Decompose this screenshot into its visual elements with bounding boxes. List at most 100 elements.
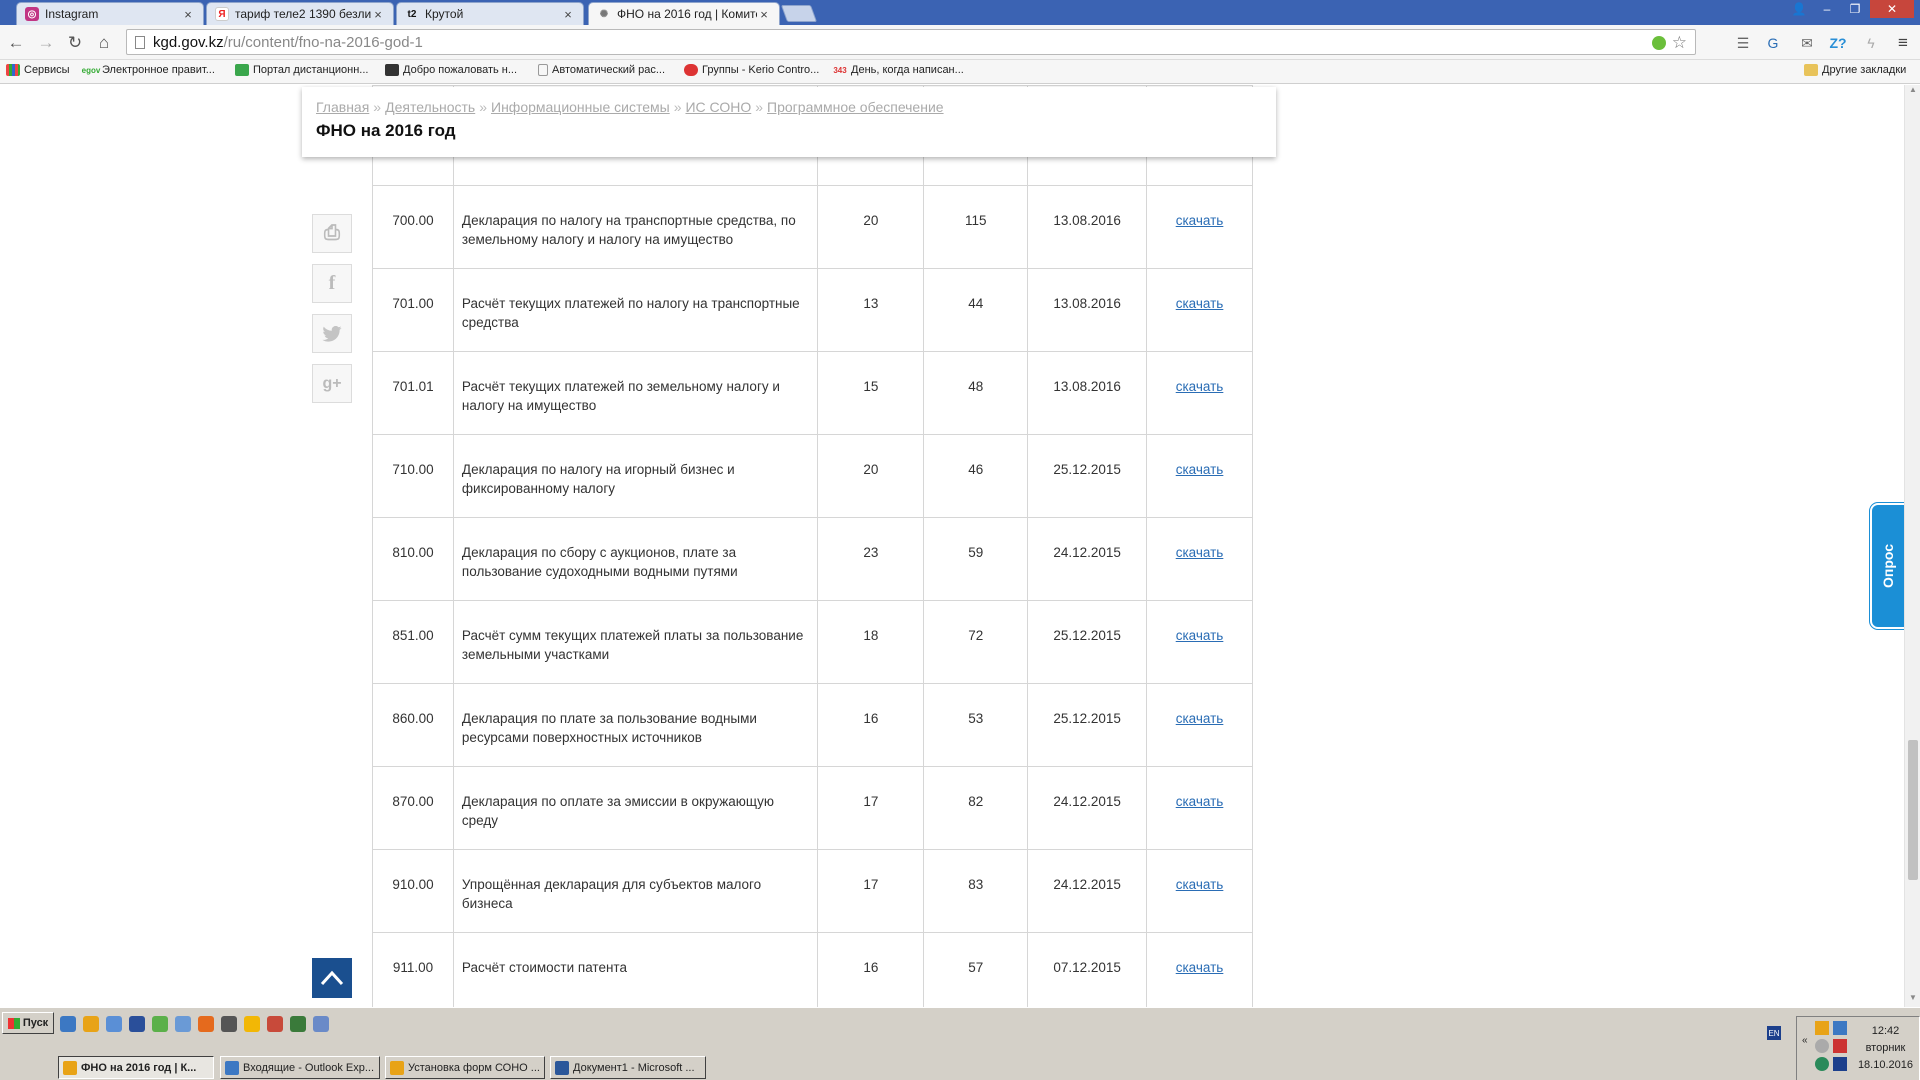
taskbar-window-word[interactable]: Документ1 - Microsoft ... <box>550 1056 706 1079</box>
page-viewport[interactable]: 700.00 Декларация по налогу на транспортн… <box>0 85 1904 1007</box>
breadcrumb-software[interactable]: Программное обеспечение <box>767 99 944 115</box>
breadcrumb-home[interactable]: Главная <box>316 99 369 115</box>
survey-tab[interactable]: Опрос <box>1869 502 1904 630</box>
download-link[interactable]: скачать <box>1176 628 1224 643</box>
zoom-ext-icon[interactable]: Z? <box>1828 33 1848 53</box>
quicklaunch-firefox-icon[interactable] <box>198 1016 214 1032</box>
form-count-b: 59 <box>923 517 1029 601</box>
back-icon[interactable]: ← <box>4 31 28 55</box>
quicklaunch-odnoklassniki-icon[interactable] <box>244 1016 260 1032</box>
taskbar-window-sono[interactable]: Установка форм СОНО ... <box>385 1056 545 1079</box>
address-bar[interactable]: kgd.gov.kz/ru/content/fno-na-2016-god-1 … <box>126 29 1696 55</box>
tray-volume-icon[interactable] <box>1833 1039 1847 1053</box>
print-button[interactable]: ⎙ <box>312 214 352 253</box>
start-button[interactable]: Пуск <box>2 1012 54 1034</box>
scroll-to-top-button[interactable] <box>312 958 352 998</box>
tray-user-icon[interactable] <box>1815 1039 1829 1053</box>
scroll-up-icon[interactable]: ▲ <box>1905 85 1920 99</box>
breadcrumb-info-systems[interactable]: Информационные системы <box>491 99 670 115</box>
tray-service-icon[interactable] <box>1833 1057 1847 1071</box>
quicklaunch-desktop-icon[interactable] <box>313 1016 329 1032</box>
bookmark-news[interactable]: 343 День, когда написан... <box>833 64 964 76</box>
minimize-icon[interactable]: – <box>1814 0 1840 18</box>
close-window-icon[interactable]: ✕ <box>1870 0 1914 18</box>
taskbar-window-chrome[interactable]: ФНО на 2016 год | К... <box>58 1056 214 1079</box>
form-count-b: 72 <box>923 600 1029 684</box>
tab-tele2[interactable]: t2 Крутой × <box>396 2 584 25</box>
vertical-scrollbar[interactable]: ▲ ▼ <box>1904 85 1920 1007</box>
quicklaunch-globe-icon[interactable] <box>290 1016 306 1032</box>
menu-icon[interactable]: ≡ <box>1893 33 1913 53</box>
chat-icon[interactable]: ✉ <box>1797 33 1817 53</box>
download-link[interactable]: скачать <box>1176 379 1224 394</box>
table-row: 701.00 Расчёт текущих платежей по налогу … <box>372 268 1253 352</box>
quicklaunch-mail-icon[interactable] <box>106 1016 122 1032</box>
scrollbar-thumb[interactable] <box>1908 740 1918 880</box>
bookmark-kerio[interactable]: Группы - Kerio Contro... <box>684 64 819 76</box>
download-link[interactable]: скачать <box>1176 960 1224 975</box>
download-link[interactable]: скачать <box>1176 711 1224 726</box>
tab-title: Крутой <box>425 7 464 21</box>
language-indicator[interactable]: EN <box>1767 1026 1781 1040</box>
new-tab-button[interactable] <box>780 5 818 22</box>
tab-instagram[interactable]: ◎ Instagram × <box>16 2 204 25</box>
form-code: 700.00 <box>372 185 454 269</box>
reload-icon[interactable]: ↻ <box>63 31 87 55</box>
bookmark-auto[interactable]: Автоматический рас... <box>538 64 665 76</box>
tray-security-icon[interactable] <box>1815 1057 1829 1071</box>
tray-network-icon[interactable] <box>1833 1021 1847 1035</box>
download-cell: скачать <box>1146 517 1253 601</box>
home-icon[interactable]: ⌂ <box>92 31 116 55</box>
download-link[interactable]: скачать <box>1176 545 1224 560</box>
quicklaunch-app-icon[interactable] <box>175 1016 191 1032</box>
download-link[interactable]: скачать <box>1176 794 1224 809</box>
quicklaunch-media-icon[interactable] <box>221 1016 237 1032</box>
forward-icon[interactable]: → <box>34 31 58 55</box>
reader-icon[interactable]: ☰ <box>1733 33 1753 53</box>
clock[interactable]: 12:42 вторник 18.10.2016 <box>1858 1023 1913 1074</box>
bookmark-apps[interactable]: Сервисы <box>6 64 70 76</box>
close-tab-icon[interactable]: × <box>181 7 195 22</box>
twitter-share-button[interactable] <box>312 314 352 353</box>
tab-search[interactable]: Я тариф теле2 1390 безлимит × <box>206 2 394 25</box>
quicklaunch-network-icon[interactable] <box>129 1016 145 1032</box>
download-link[interactable]: скачать <box>1176 213 1224 228</box>
form-date: 24.12.2015 <box>1027 517 1148 601</box>
download-cell: скачать <box>1146 185 1253 269</box>
breadcrumb-activity[interactable]: Деятельность <box>385 99 475 115</box>
apps-grid-icon <box>6 64 20 76</box>
googleplus-share-button[interactable]: g+ <box>312 364 352 403</box>
page-info-icon[interactable] <box>135 35 145 49</box>
scroll-down-icon[interactable]: ▼ <box>1905 993 1920 1007</box>
profile-icon[interactable]: 👤 <box>1786 0 1812 18</box>
close-tab-icon[interactable]: × <box>561 7 575 22</box>
other-bookmarks[interactable]: Другие закладки <box>1804 64 1906 76</box>
instagram-icon: ◎ <box>25 7 39 21</box>
tray-expand-icon[interactable]: « <box>1802 1035 1808 1046</box>
close-tab-icon[interactable]: × <box>757 7 771 22</box>
quicklaunch-chrome-icon[interactable] <box>83 1016 99 1032</box>
bookmark-portal[interactable]: Портал дистанционн... <box>235 64 368 76</box>
quicklaunch-utorrent-icon[interactable] <box>152 1016 168 1032</box>
adblock-icon[interactable] <box>1651 36 1666 50</box>
tab-fno[interactable]: ✺ ФНО на 2016 год | Комитет × <box>588 2 780 25</box>
form-date: 24.12.2015 <box>1027 766 1148 850</box>
bookmark-egov[interactable]: egov Электронное правит... <box>82 64 215 76</box>
tray-app-icon[interactable] <box>1815 1021 1829 1035</box>
breadcrumb-is-sono[interactable]: ИС СОНО <box>685 99 751 115</box>
quicklaunch-ie-icon[interactable] <box>60 1016 76 1032</box>
download-link[interactable]: скачать <box>1176 462 1224 477</box>
facebook-share-button[interactable]: f <box>312 264 352 303</box>
form-count-b: 48 <box>923 351 1029 435</box>
taskbar-window-outlook[interactable]: Входящие - Outlook Exp... <box>220 1056 380 1079</box>
form-code: 860.00 <box>372 683 454 767</box>
bookmark-welcome[interactable]: Добро пожаловать н... <box>385 64 517 76</box>
translate-icon[interactable]: G <box>1763 33 1783 53</box>
lightning-icon[interactable]: ϟ <box>1861 33 1881 53</box>
quicklaunch-games-icon[interactable] <box>267 1016 283 1032</box>
download-link[interactable]: скачать <box>1176 296 1224 311</box>
close-tab-icon[interactable]: × <box>371 7 385 22</box>
download-link[interactable]: скачать <box>1176 877 1224 892</box>
maximize-icon[interactable]: ❐ <box>1842 0 1868 18</box>
bookmark-star-icon[interactable]: ☆ <box>1672 33 1687 53</box>
